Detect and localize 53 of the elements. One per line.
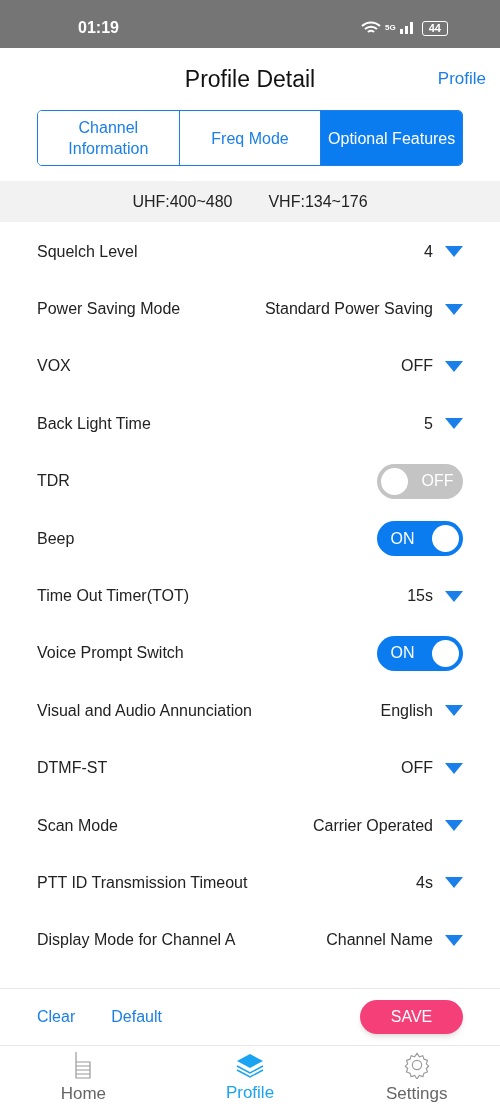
setting-label: Voice Prompt Switch: [37, 643, 184, 664]
setting-label: Scan Mode: [37, 815, 118, 836]
dropdown[interactable]: 4: [424, 239, 463, 264]
setting-label: PTT ID Transmission Timeout: [37, 873, 248, 893]
caret-icon: [445, 877, 463, 889]
band-label: UHF:400~480: [132, 191, 233, 212]
tab[interactable]: Optional Features: [320, 111, 462, 165]
setting-label: Back Light Time: [37, 413, 151, 434]
dropdown[interactable]: 15s: [407, 584, 463, 609]
setting-label: Squelch Level: [37, 241, 138, 262]
caret-icon: [445, 762, 463, 774]
setting-label: Power Saving Mode: [37, 299, 181, 320]
setting-label: Beep: [37, 528, 75, 549]
dropdown[interactable]: Standard Power Saving: [264, 297, 463, 322]
dropdown[interactable]: OFF: [401, 756, 463, 781]
battery-indicator: 44: [421, 20, 448, 36]
dropdown[interactable]: Channel Name: [326, 928, 463, 953]
wifi-icon: [361, 21, 382, 35]
setting-label: Time Out Timer(TOT): [37, 586, 189, 607]
caret-icon: [445, 360, 463, 372]
caret-icon: [445, 246, 463, 258]
default-link[interactable]: Default: [111, 1005, 162, 1029]
layers-icon: [235, 1051, 265, 1078]
caret-icon: [445, 303, 463, 315]
clear-link[interactable]: Clear: [37, 1005, 76, 1029]
dropdown[interactable]: 5: [424, 411, 463, 436]
clock: 01:19: [78, 18, 119, 38]
setting-label: VOX: [37, 356, 71, 377]
band-label: VHF:134~176: [268, 191, 368, 212]
profile-link[interactable]: Profile: [437, 66, 486, 92]
save-button[interactable]: SAVE: [360, 1000, 463, 1034]
page-title: Profile Detail: [184, 64, 316, 94]
setting-label: DTMF-ST: [37, 758, 108, 779]
setting-label: Visual and Audio Annunciation: [37, 700, 252, 721]
dropdown[interactable]: Carrier Operated: [312, 813, 463, 838]
dropdown[interactable]: English: [380, 698, 463, 723]
caret-icon: [445, 934, 463, 946]
dropdown[interactable]: 4s: [416, 871, 463, 895]
caret-icon: [445, 590, 463, 602]
network-label: 5G: [385, 24, 396, 32]
nav-tab[interactable]: Home: [0, 1046, 167, 1111]
caret-icon: [445, 820, 463, 832]
toggle-switch[interactable]: ON: [377, 521, 463, 557]
setting-label: TDR: [37, 471, 70, 492]
toggle-switch[interactable]: ON: [377, 635, 463, 671]
radio-icon: [73, 1050, 94, 1079]
settings-icon: [402, 1050, 431, 1079]
signal-icon: [399, 22, 414, 34]
caret-icon: [445, 418, 463, 430]
setting-label: Display Mode for Channel A: [37, 930, 236, 951]
nav-tab[interactable]: Settings: [333, 1046, 500, 1111]
dropdown[interactable]: OFF: [401, 354, 463, 379]
caret-icon: [445, 705, 463, 717]
